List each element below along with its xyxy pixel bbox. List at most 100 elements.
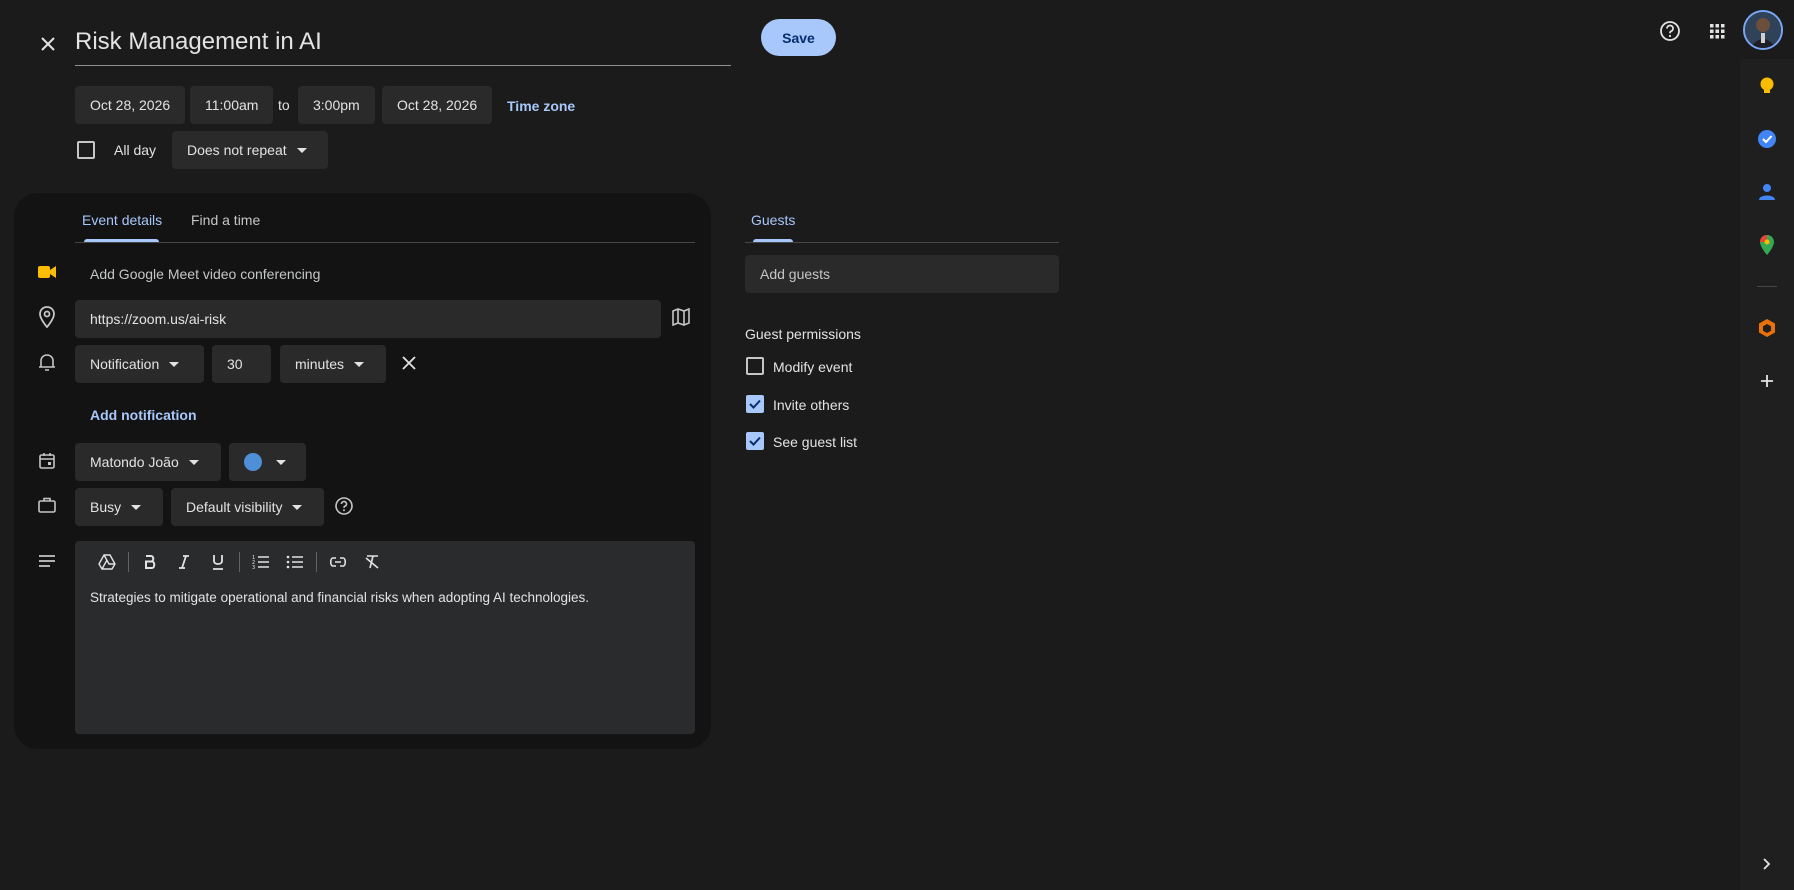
checkmark-icon bbox=[749, 436, 761, 446]
notification-type-value: Notification bbox=[90, 356, 160, 372]
tasks-button[interactable] bbox=[1754, 126, 1780, 152]
calendar-icon bbox=[39, 453, 55, 469]
tab-guests[interactable]: Guests bbox=[751, 212, 795, 228]
notification-value-input[interactable]: 30 bbox=[212, 345, 271, 383]
bell-icon-wrap bbox=[35, 350, 59, 374]
event-title-input[interactable]: Risk Management in AI bbox=[75, 22, 731, 66]
numbered-list-icon: 1 2 3 bbox=[252, 555, 269, 570]
apps-button[interactable] bbox=[1703, 17, 1731, 45]
italic-icon bbox=[179, 555, 189, 569]
add-meet-link[interactable]: Add Google Meet video conferencing bbox=[90, 266, 320, 282]
numbered-list-button[interactable]: 1 2 3 bbox=[248, 549, 274, 575]
avatar[interactable] bbox=[1743, 10, 1783, 50]
modify-event-checkbox[interactable] bbox=[746, 357, 764, 375]
chevron-down-icon bbox=[188, 459, 199, 465]
chevron-down-icon bbox=[276, 459, 286, 465]
add-guests-input[interactable]: Add guests bbox=[745, 255, 1059, 293]
contacts-button[interactable] bbox=[1754, 179, 1780, 205]
end-date-field[interactable]: Oct 28, 2026 bbox=[382, 86, 493, 124]
link-button[interactable] bbox=[325, 549, 351, 575]
description-icon-wrap bbox=[35, 549, 59, 573]
maps-button[interactable] bbox=[1754, 232, 1780, 258]
map-button[interactable] bbox=[669, 305, 693, 329]
time-zone-link[interactable]: Time zone bbox=[507, 98, 575, 114]
to-label: to bbox=[278, 97, 290, 113]
italic-button[interactable] bbox=[171, 549, 197, 575]
visibility-select[interactable]: Default visibility bbox=[171, 488, 324, 526]
description-text: Strategies to mitigate operational and f… bbox=[90, 590, 590, 605]
all-day-label: All day bbox=[114, 142, 157, 158]
help-icon bbox=[1660, 21, 1680, 41]
save-button[interactable]: Save bbox=[761, 19, 836, 56]
calendar-color-select[interactable] bbox=[229, 443, 306, 481]
location-pin-icon bbox=[39, 306, 55, 328]
underline-button[interactable] bbox=[205, 549, 231, 575]
meet-icon-wrap bbox=[35, 260, 59, 284]
help-button[interactable] bbox=[1656, 17, 1684, 45]
location-input[interactable]: https://zoom.us/ai-risk bbox=[75, 300, 661, 338]
location-icon-wrap bbox=[35, 305, 59, 329]
underline-icon bbox=[213, 555, 223, 570]
map-icon bbox=[672, 308, 690, 326]
start-date-field[interactable]: Oct 28, 2026 bbox=[75, 86, 186, 124]
see-guest-list-label: See guest list bbox=[773, 434, 858, 450]
toolbar-divider bbox=[316, 552, 317, 572]
calendar-owner-select[interactable]: Matondo João bbox=[75, 443, 221, 481]
bulleted-list-button[interactable] bbox=[282, 549, 308, 575]
notification-unit-select[interactable]: minutes bbox=[280, 345, 386, 383]
chevron-down-icon bbox=[169, 361, 180, 367]
chevron-down-icon bbox=[292, 504, 303, 510]
add-addon-button[interactable] bbox=[1754, 368, 1780, 394]
remove-notification-button[interactable] bbox=[397, 351, 421, 375]
avatar-photo-icon bbox=[1745, 12, 1781, 48]
clear-formatting-button[interactable] bbox=[359, 549, 385, 575]
chevron-right-icon bbox=[1763, 858, 1771, 870]
close-button[interactable] bbox=[34, 30, 62, 58]
maps-icon bbox=[1760, 235, 1774, 255]
notification-type-select[interactable]: Notification bbox=[75, 345, 204, 383]
modify-event-label: Modify event bbox=[773, 359, 853, 375]
addon-button[interactable] bbox=[1754, 315, 1780, 341]
briefcase-icon bbox=[38, 497, 56, 513]
tab-event-details[interactable]: Event details bbox=[82, 212, 162, 228]
repeat-select[interactable]: Does not repeat bbox=[172, 131, 328, 169]
expand-panel-button[interactable] bbox=[1754, 851, 1780, 877]
start-time-field[interactable]: 11:00am bbox=[190, 86, 274, 124]
color-dot bbox=[244, 453, 262, 471]
add-notification-link[interactable]: Add notification bbox=[90, 407, 197, 423]
availability-select[interactable]: Busy bbox=[75, 488, 163, 526]
visibility-value: Default visibility bbox=[186, 499, 283, 515]
chevron-down-icon bbox=[354, 361, 365, 367]
end-time-field[interactable]: 3:00pm bbox=[298, 86, 375, 124]
toolbar-divider bbox=[239, 552, 240, 572]
keep-icon bbox=[1760, 77, 1774, 93]
svg-text:3: 3 bbox=[252, 565, 255, 570]
invite-others-label: Invite others bbox=[773, 397, 850, 413]
tab-divider bbox=[75, 242, 695, 243]
visibility-help-button[interactable] bbox=[332, 494, 356, 518]
tab-find-a-time[interactable]: Find a time bbox=[191, 212, 260, 228]
guests-tab-divider bbox=[745, 242, 1059, 243]
bell-icon bbox=[39, 354, 55, 371]
calendar-owner-value: Matondo João bbox=[90, 454, 179, 470]
apps-grid-icon bbox=[1710, 24, 1725, 39]
bold-button[interactable] bbox=[137, 549, 163, 575]
contacts-icon bbox=[1759, 184, 1775, 200]
chevron-down-icon bbox=[296, 147, 307, 153]
toolbar-divider bbox=[128, 552, 129, 572]
tasks-icon bbox=[1758, 130, 1776, 148]
guest-permissions-title: Guest permissions bbox=[745, 326, 861, 342]
keep-button[interactable] bbox=[1754, 73, 1780, 99]
see-guest-list-checkbox[interactable] bbox=[746, 432, 764, 450]
all-day-checkbox[interactable] bbox=[77, 141, 95, 159]
calendar-icon-wrap bbox=[35, 449, 59, 473]
addon-icon bbox=[1759, 319, 1775, 337]
invite-others-checkbox[interactable] bbox=[746, 395, 764, 413]
link-icon bbox=[329, 557, 347, 567]
notification-unit-value: minutes bbox=[295, 356, 345, 372]
drive-attach-button[interactable] bbox=[94, 549, 120, 575]
checkmark-icon bbox=[749, 399, 761, 409]
availability-value: Busy bbox=[90, 499, 122, 515]
close-icon bbox=[41, 37, 55, 51]
rail-divider bbox=[1757, 286, 1777, 287]
